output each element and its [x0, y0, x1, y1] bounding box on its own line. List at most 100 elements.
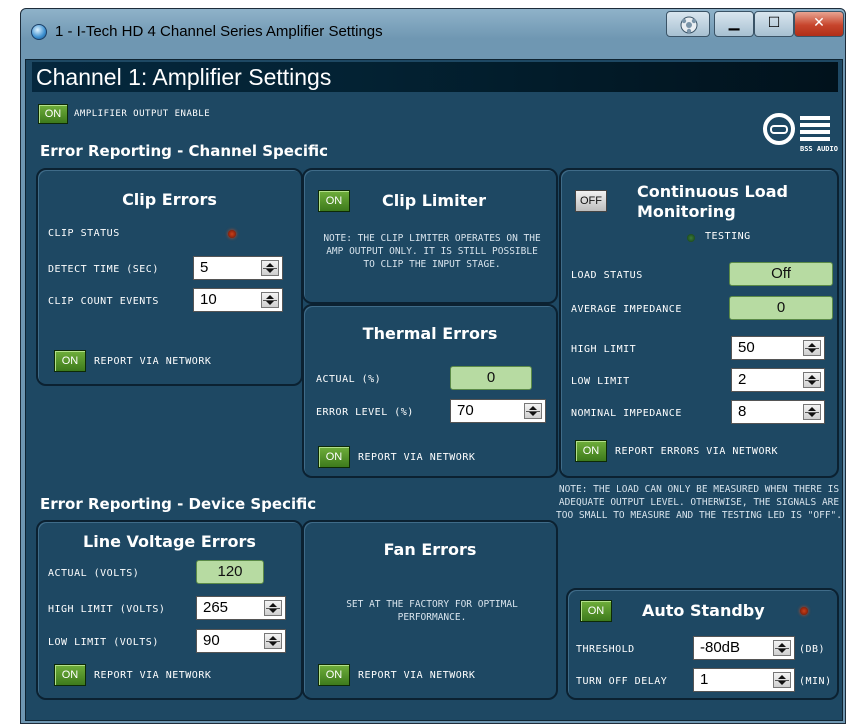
clip-status-led: [228, 230, 236, 238]
load-report-label: REPORT ERRORS VIA NETWORK: [615, 446, 779, 457]
close-button[interactable]: ✕: [794, 11, 844, 37]
line-low-label: LOW LIMIT (VOLTS): [48, 637, 159, 648]
line-report-label: REPORT VIA NETWORK: [94, 670, 212, 681]
spinner-arrows-icon[interactable]: [803, 404, 821, 420]
app-window: 1 - I-Tech HD 4 Channel Series Amplifier…: [20, 8, 846, 724]
clip-errors-panel: Clip Errors CLIP STATUS DETECT TIME (SEC…: [36, 168, 303, 386]
thermal-error-level-value: 70: [457, 402, 474, 419]
line-high-spinner[interactable]: 265: [196, 596, 286, 620]
spinner-arrows-icon[interactable]: [261, 260, 279, 276]
spinner-arrows-icon[interactable]: [803, 372, 821, 388]
help-button[interactable]: [666, 11, 710, 37]
high-limit-label: HIGH LIMIT: [571, 344, 637, 355]
load-monitoring-title-line2: Monitoring: [637, 202, 736, 221]
turn-off-delay-value: 1: [700, 671, 709, 688]
threshold-spinner[interactable]: -80dB: [693, 636, 795, 660]
turn-off-delay-label: TURN OFF DELAY: [576, 676, 668, 687]
amp-output-enable-button[interactable]: ON: [38, 104, 68, 124]
detect-time-value: 5: [200, 259, 209, 276]
fan-report-toggle[interactable]: ON: [318, 664, 350, 686]
load-status-label: LOAD STATUS: [571, 270, 643, 281]
nominal-impedance-spinner[interactable]: 8: [731, 400, 825, 424]
thermal-error-level-label: ERROR LEVEL (%): [316, 407, 414, 418]
turn-off-delay-spinner[interactable]: 1: [693, 668, 795, 692]
thermal-actual-value: 0: [450, 366, 532, 390]
nominal-impedance-label: NOMINAL IMPEDANCE: [571, 408, 682, 419]
amp-output-enable-label: AMPLIFIER OUTPUT ENABLE: [74, 109, 211, 119]
spinner-arrows-icon[interactable]: [773, 640, 791, 656]
thermal-actual-label: ACTUAL (%): [316, 374, 382, 385]
load-monitoring-panel: OFF Continuous Load Monitoring TESTING L…: [559, 168, 839, 478]
thermal-report-toggle[interactable]: ON: [318, 446, 350, 468]
testing-label: TESTING: [705, 231, 751, 242]
clip-count-spinner[interactable]: 10: [193, 288, 283, 312]
auto-standby-title: Auto Standby: [642, 601, 765, 620]
minimize-icon: ▁: [728, 15, 740, 31]
load-status-value: Off: [729, 262, 833, 286]
logo-text: BSS AUDIO: [800, 145, 838, 153]
close-icon: ✕: [813, 15, 825, 31]
clip-status-label: CLIP STATUS: [48, 228, 120, 239]
bss-audio-logo: BSS AUDIO: [762, 112, 842, 156]
clip-errors-title: Clip Errors: [122, 190, 217, 209]
clip-count-label: CLIP COUNT EVENTS: [48, 296, 159, 307]
load-report-toggle[interactable]: ON: [575, 440, 607, 462]
threshold-label: THRESHOLD: [576, 644, 635, 655]
clip-report-label: REPORT VIA NETWORK: [94, 356, 212, 367]
maximize-button[interactable]: ☐: [754, 11, 794, 37]
line-actual-label: ACTUAL (VOLTS): [48, 568, 140, 579]
thermal-error-level-spinner[interactable]: 70: [450, 399, 546, 423]
low-limit-value: 2: [738, 371, 747, 388]
detect-time-label: DETECT TIME (SEC): [48, 264, 159, 275]
line-report-toggle[interactable]: ON: [54, 664, 86, 686]
detect-time-spinner[interactable]: 5: [193, 256, 283, 280]
spinner-arrows-icon[interactable]: [803, 340, 821, 356]
low-limit-spinner[interactable]: 2: [731, 368, 825, 392]
avg-impedance-label: AVERAGE IMPEDANCE: [571, 304, 682, 315]
line-actual-value: 120: [196, 560, 264, 584]
thermal-report-label: REPORT VIA NETWORK: [358, 452, 476, 463]
threshold-value: -80dB: [700, 639, 741, 656]
avg-impedance-value: 0: [729, 296, 833, 320]
thermal-errors-panel: Thermal Errors ACTUAL (%) 0 ERROR LEVEL …: [302, 304, 558, 478]
clip-limiter-toggle[interactable]: ON: [318, 190, 350, 212]
minimize-button[interactable]: ▁: [714, 11, 754, 37]
threshold-unit: (dB): [799, 644, 826, 655]
line-low-value: 90: [203, 632, 220, 649]
turn-off-delay-unit: (MIN): [799, 676, 832, 687]
auto-standby-panel: ON Auto Standby THRESHOLD -80dB (dB) TUR…: [566, 588, 839, 700]
clip-limiter-note: NOTE: THE CLIP LIMITER OPERATES ON THE A…: [323, 233, 541, 270]
fan-errors-note: SET AT THE FACTORY FOR OPTIMAL PERFORMAN…: [346, 599, 518, 623]
low-limit-label: LOW LIMIT: [571, 376, 630, 387]
line-high-value: 265: [203, 599, 229, 616]
nominal-impedance-value: 8: [738, 403, 747, 420]
title-bar: 1 - I-Tech HD 4 Channel Series Amplifier…: [21, 9, 845, 59]
clip-limiter-panel: ON Clip Limiter NOTE: THE CLIP LIMITER O…: [302, 168, 558, 304]
clip-limiter-title: Clip Limiter: [382, 191, 486, 210]
high-limit-spinner[interactable]: 50: [731, 336, 825, 360]
client-area: Channel 1: Amplifier Settings ON AMPLIFI…: [25, 59, 843, 721]
line-high-label: HIGH LIMIT (VOLTS): [48, 604, 166, 615]
spinner-arrows-icon[interactable]: [524, 403, 542, 419]
auto-standby-toggle[interactable]: ON: [580, 600, 612, 622]
section-title-device: Error Reporting - Device Specific: [40, 495, 317, 513]
line-low-spinner[interactable]: 90: [196, 629, 286, 653]
load-monitoring-toggle[interactable]: OFF: [575, 190, 607, 212]
spinner-arrows-icon[interactable]: [264, 600, 282, 616]
auto-standby-led: [800, 607, 808, 615]
spinner-arrows-icon[interactable]: [264, 633, 282, 649]
spinner-arrows-icon[interactable]: [261, 292, 279, 308]
load-note: NOTE: THE LOAD CAN ONLY BE MEASURED WHEN…: [556, 484, 842, 521]
clip-count-value: 10: [200, 291, 217, 308]
line-voltage-title: Line Voltage Errors: [83, 532, 256, 551]
clip-report-toggle[interactable]: ON: [54, 350, 86, 372]
fan-report-label: REPORT VIA NETWORK: [358, 670, 476, 681]
app-icon: [31, 24, 47, 40]
spinner-arrows-icon[interactable]: [773, 672, 791, 688]
maximize-icon: ☐: [767, 15, 781, 31]
thermal-errors-title: Thermal Errors: [362, 324, 498, 343]
page-title: Channel 1: Amplifier Settings: [36, 64, 332, 90]
header-bar: Channel 1: Amplifier Settings: [32, 62, 838, 92]
section-title-channel: Error Reporting - Channel Specific: [40, 142, 328, 160]
line-voltage-panel: Line Voltage Errors ACTUAL (VOLTS) 120 H…: [36, 520, 303, 700]
